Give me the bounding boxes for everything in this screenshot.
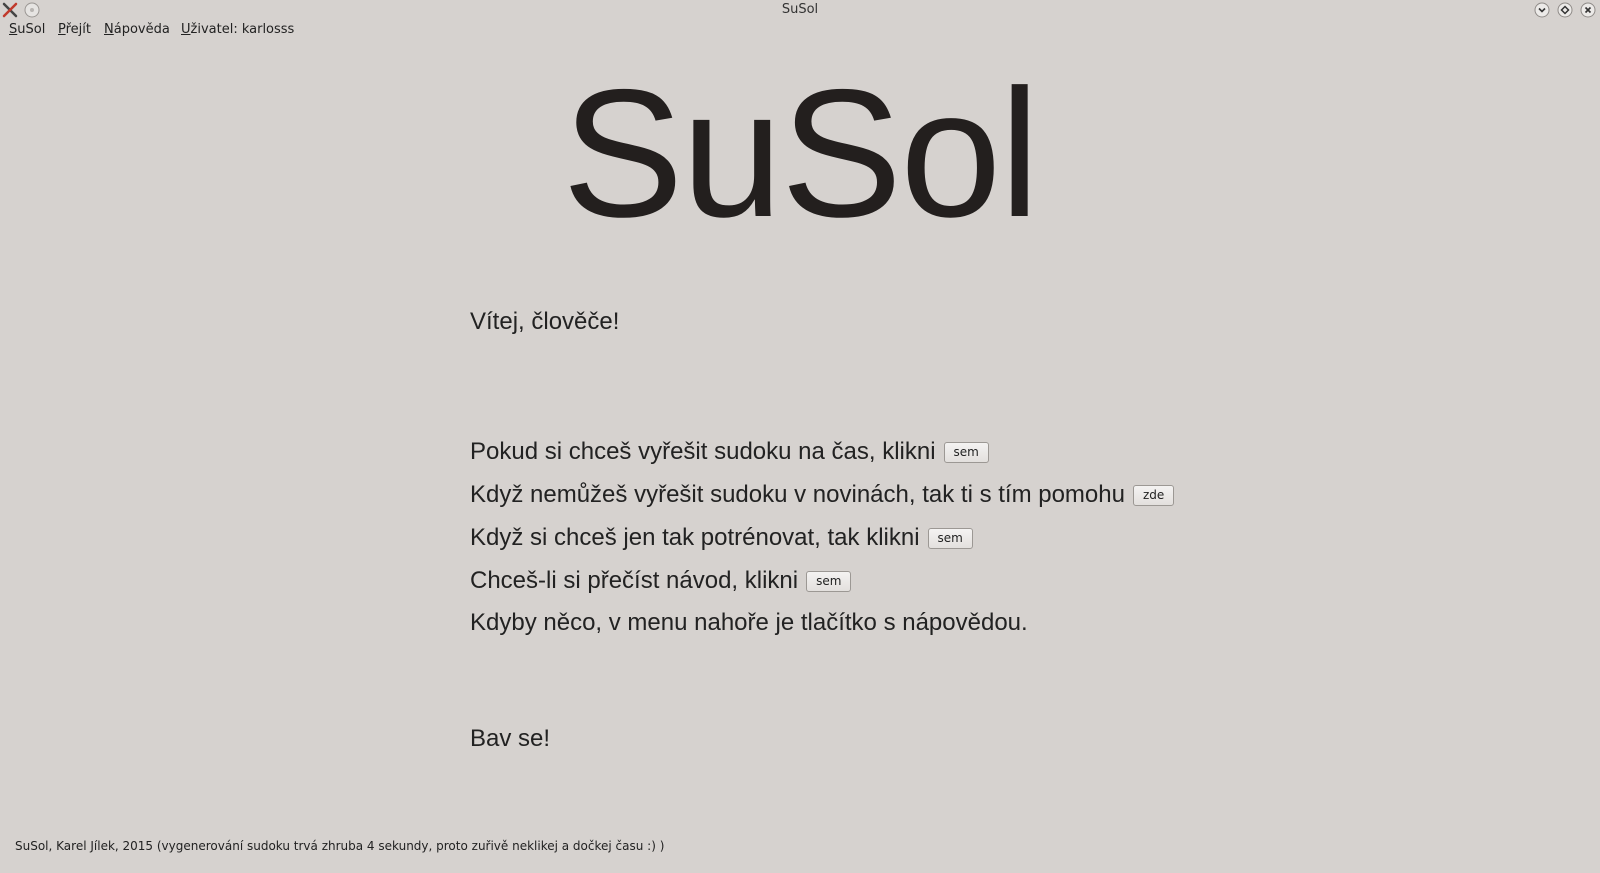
practice-row: Když si chceš jen tak potrénovat, tak kl… [470,524,973,552]
app-window: SuSol SuSol Přejít Nápověda Uživatel: ka… [0,0,1600,873]
timed-sudoku-text: Pokud si chceš vyřešit sudoku na čas, kl… [470,438,936,465]
app-title: SuSol [562,51,1040,255]
greeting: Vítej, člověče! [470,308,619,336]
minimize-icon[interactable] [1534,2,1550,18]
help-hint-text: Kdyby něco, v menu nahoře je tlačítko s … [470,609,1028,636]
closing-row: Bav se! [470,725,550,753]
timed-sudoku-row: Pokud si chceš vyřešit sudoku na čas, kl… [470,438,989,466]
manual-button[interactable]: sem [806,570,852,592]
greeting-text: Vítej, člověče! [470,308,620,335]
menu-uzivatel[interactable]: Uživatel: karlosss [181,22,294,37]
menu-napoveda[interactable]: Nápověda [104,22,170,37]
window-title: SuSol [781,2,819,17]
practice-text: Když si chceš jen tak potrénovat, tak kl… [470,524,920,551]
closing-text: Bav se! [470,725,551,752]
solver-button[interactable]: zde [1132,484,1175,506]
manual-row: Chceš-li si přečíst návod, klikni sem [470,567,852,595]
practice-button[interactable]: sem [927,527,973,549]
help-hint-row: Kdyby něco, v menu nahoře je tlačítko s … [470,609,1028,637]
manual-text: Chceš-li si přečíst návod, klikni [470,567,799,594]
title-bar[interactable]: SuSol [0,0,1600,20]
solver-row: Když nemůžeš vyřešit sudoku v novinách, … [470,481,1175,509]
menu-susol[interactable]: SuSol [9,22,45,37]
maximize-icon[interactable] [1557,2,1573,18]
footer-text: SuSol, Karel Jílek, 2015 (vygenerování s… [15,839,665,853]
solver-text: Když nemůžeš vyřešit sudoku v novinách, … [470,481,1125,508]
menu-prejit[interactable]: Přejít [58,22,91,37]
close-icon[interactable] [1580,2,1596,18]
timed-sudoku-button[interactable]: sem [943,441,989,463]
menu-bar: SuSol Přejít Nápověda Uživatel: karlosss [0,20,1600,42]
